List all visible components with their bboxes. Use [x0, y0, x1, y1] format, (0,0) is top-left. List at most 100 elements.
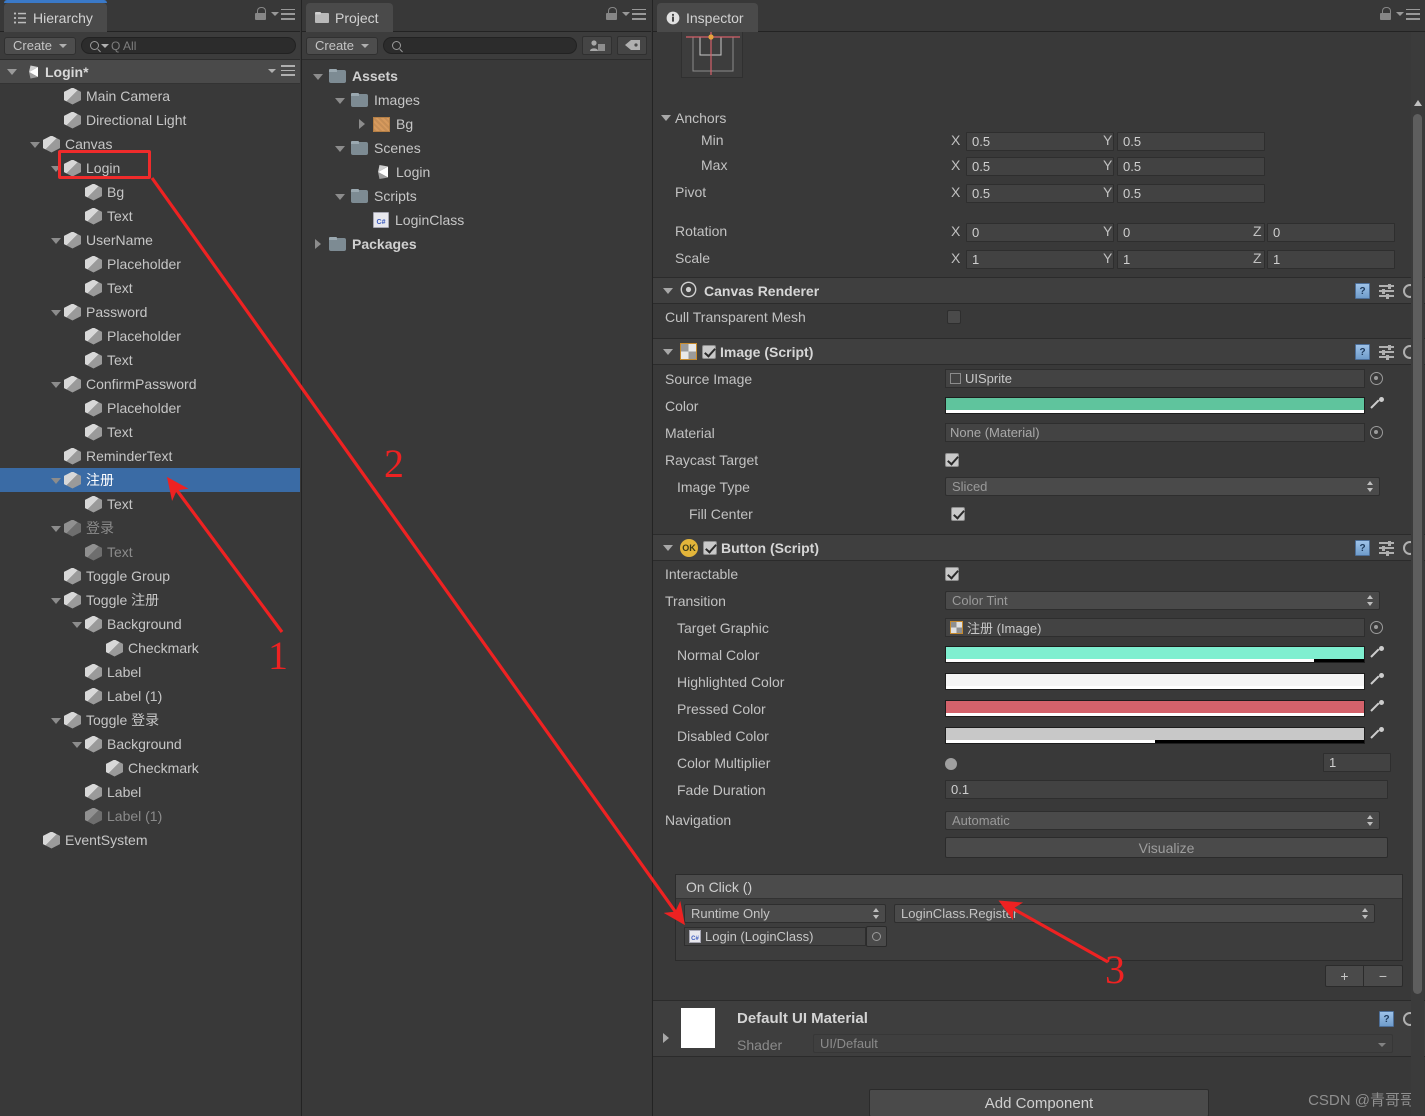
expand-arrow-icon[interactable]: [312, 238, 325, 251]
tab-hierarchy[interactable]: Hierarchy: [4, 0, 107, 32]
panel-menu-icon[interactable]: [1396, 8, 1420, 20]
scale-z-field[interactable]: 1: [1267, 250, 1395, 269]
tab-inspector[interactable]: Inspector: [657, 3, 758, 32]
image-type-dropdown[interactable]: Sliced: [945, 477, 1380, 496]
onclick-object-field[interactable]: C# Login (LoginClass): [684, 927, 866, 946]
color-swatch[interactable]: [945, 397, 1365, 414]
hierarchy-item[interactable]: Directional Light: [0, 108, 300, 132]
hierarchy-item[interactable]: Label (1): [0, 804, 300, 828]
scale-x-field[interactable]: 1: [966, 250, 1114, 269]
inspector-scrollbar-thumb[interactable]: [1413, 114, 1422, 994]
pivot-y-field[interactable]: 0.5: [1117, 184, 1265, 203]
hierarchy-item[interactable]: Canvas: [0, 132, 300, 156]
hierarchy-item[interactable]: Text: [0, 420, 300, 444]
project-search-input[interactable]: [383, 37, 577, 54]
lock-icon[interactable]: [255, 7, 266, 21]
canvas-renderer-header[interactable]: Canvas Renderer ?: [653, 277, 1425, 304]
panel-menu-icon[interactable]: [271, 8, 295, 20]
hierarchy-item[interactable]: Password: [0, 300, 300, 324]
button-script-enabled-checkbox[interactable]: [703, 540, 717, 555]
hierarchy-item[interactable]: Placeholder: [0, 252, 300, 276]
hierarchy-item[interactable]: Placeholder: [0, 396, 300, 420]
pressed-color-swatch[interactable]: [945, 700, 1365, 717]
preset-icon[interactable]: [1379, 344, 1394, 360]
project-item[interactable]: C# LoginClass: [302, 208, 651, 232]
hierarchy-item[interactable]: Toggle Group: [0, 564, 300, 588]
material-picker-icon[interactable]: [1370, 426, 1383, 439]
onclick-mode-dropdown[interactable]: Runtime Only: [684, 904, 886, 923]
hierarchy-item[interactable]: Label (1): [0, 684, 300, 708]
triangle-right-icon[interactable]: [663, 1033, 669, 1043]
source-image-field[interactable]: UISprite: [945, 369, 1365, 388]
hierarchy-item[interactable]: Text: [0, 348, 300, 372]
highlighted-color-swatch[interactable]: [945, 673, 1365, 690]
eyedropper-icon[interactable]: [1370, 397, 1384, 414]
expand-arrow-icon[interactable]: [71, 618, 84, 631]
tab-project[interactable]: Project: [306, 3, 393, 32]
lock-icon[interactable]: [1380, 7, 1391, 21]
hierarchy-item[interactable]: Background: [0, 732, 300, 756]
eyedropper-icon[interactable]: [1370, 727, 1384, 744]
filter-by-type-button[interactable]: [582, 36, 612, 55]
expand-arrow-icon[interactable]: [312, 70, 325, 83]
hierarchy-item[interactable]: Toggle 登录: [0, 708, 300, 732]
expand-arrow-icon[interactable]: [50, 306, 63, 319]
normal-color-swatch[interactable]: [945, 646, 1365, 663]
expand-arrow-icon[interactable]: [71, 738, 84, 751]
hierarchy-item[interactable]: Main Camera: [0, 84, 300, 108]
expand-arrow-icon[interactable]: [334, 142, 347, 155]
hierarchy-item[interactable]: 注册: [0, 468, 300, 492]
button-script-header[interactable]: OK Button (Script) ?: [653, 534, 1425, 561]
hierarchy-item[interactable]: EventSystem: [0, 828, 300, 852]
source-image-picker-icon[interactable]: [1370, 372, 1383, 385]
image-script-header[interactable]: Image (Script) ?: [653, 338, 1425, 365]
project-item[interactable]: Images: [302, 88, 651, 112]
hierarchy-item[interactable]: Toggle 注册: [0, 588, 300, 612]
eyedropper-icon[interactable]: [1370, 646, 1384, 663]
interactable-checkbox[interactable]: [945, 567, 959, 581]
onclick-function-dropdown[interactable]: LoginClass.Register: [894, 904, 1375, 923]
expand-arrow-icon[interactable]: [50, 522, 63, 535]
target-graphic-picker-icon[interactable]: [1370, 621, 1383, 634]
expand-arrow-icon[interactable]: [356, 118, 369, 131]
scale-y-field[interactable]: 1: [1117, 250, 1265, 269]
hierarchy-item[interactable]: ConfirmPassword: [0, 372, 300, 396]
lock-icon[interactable]: [606, 7, 617, 21]
disabled-color-swatch[interactable]: [945, 727, 1365, 744]
project-item[interactable]: Login: [302, 160, 651, 184]
anchor-min-y-field[interactable]: 0.5: [1117, 132, 1265, 151]
filter-by-label-button[interactable]: [617, 36, 647, 55]
triangle-down-icon[interactable]: [663, 544, 673, 551]
preset-icon[interactable]: [1379, 283, 1394, 299]
project-item[interactable]: Packages: [302, 232, 651, 256]
anchor-max-x-field[interactable]: 0.5: [966, 157, 1114, 176]
eyedropper-icon[interactable]: [1370, 673, 1384, 690]
triangle-down-icon[interactable]: [663, 348, 673, 355]
project-item[interactable]: Scenes: [302, 136, 651, 160]
expand-arrow-icon[interactable]: [50, 234, 63, 247]
expand-arrow-icon[interactable]: [50, 714, 63, 727]
hierarchy-item[interactable]: Bg: [0, 180, 300, 204]
material-field[interactable]: None (Material): [945, 423, 1365, 442]
help-icon[interactable]: ?: [1379, 1011, 1394, 1027]
scene-expand-arrow-icon[interactable]: [6, 65, 19, 78]
add-event-button[interactable]: +: [1325, 965, 1364, 987]
expand-arrow-icon[interactable]: [50, 162, 63, 175]
project-create-button[interactable]: Create: [306, 36, 379, 55]
hierarchy-item[interactable]: ReminderText: [0, 444, 300, 468]
add-component-button[interactable]: Add Component: [869, 1089, 1209, 1116]
fill-center-checkbox[interactable]: [951, 506, 965, 521]
remove-event-button[interactable]: −: [1364, 965, 1403, 987]
expand-arrow-icon[interactable]: [50, 378, 63, 391]
onclick-object-picker-icon[interactable]: [866, 926, 887, 947]
color-multiplier-field[interactable]: 1: [1323, 753, 1391, 772]
hierarchy-item[interactable]: Placeholder: [0, 324, 300, 348]
expand-arrow-icon[interactable]: [50, 594, 63, 607]
hierarchy-item[interactable]: Label: [0, 660, 300, 684]
project-item[interactable]: Assets: [302, 64, 651, 88]
scrollbar-up-arrow-icon[interactable]: [1414, 100, 1422, 106]
pivot-x-field[interactable]: 0.5: [966, 184, 1114, 203]
preset-icon[interactable]: [1379, 540, 1394, 556]
raycast-target-checkbox[interactable]: [945, 452, 959, 467]
anchor-max-y-field[interactable]: 0.5: [1117, 157, 1265, 176]
